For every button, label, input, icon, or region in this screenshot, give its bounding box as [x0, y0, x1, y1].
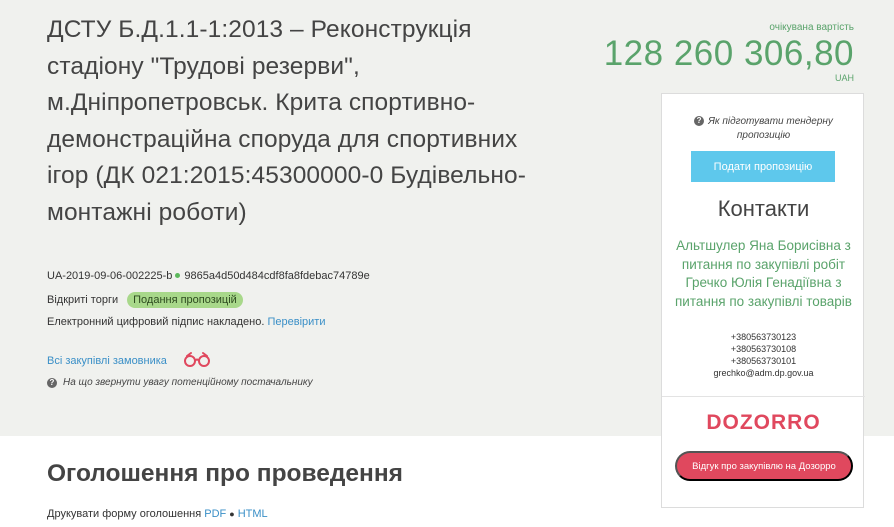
tender-title: ДСТУ Б.Д.1.1-1:2013 – Реконструкція стад…: [47, 16, 526, 226]
procedure-row: Відкриті торги Подання пропозицій: [47, 292, 243, 308]
phone-number: +380563730108: [730, 344, 797, 354]
price-currency: UAH: [834, 73, 854, 83]
contacts-title: Контакти: [717, 196, 810, 221]
submit-proposal-button[interactable]: Подати пропозицію: [691, 151, 835, 182]
expected-price-amount: 128 260 306,80: [603, 34, 854, 73]
print-html-link[interactable]: HTML: [238, 508, 268, 520]
expected-price-label: очікувана вартість: [769, 22, 854, 33]
all-purchases-row: Всі закупівлі замовника: [47, 351, 212, 370]
tender-id: UA-2019-09-06-002225-b: [47, 270, 173, 282]
question-icon: ?: [694, 116, 705, 127]
contact-email[interactable]: grechko@adm.dp.gov.ua: [662, 367, 865, 379]
signature-row: Електронний цифровий підпис накладено. П…: [47, 316, 325, 328]
status-badge: Подання пропозицій: [127, 292, 243, 308]
dozorro-logo: DOZORRO: [706, 411, 821, 434]
how-to-prepare-text: Як підготувати тендерну пропозицію: [708, 116, 833, 141]
binoculars-icon[interactable]: [182, 351, 212, 370]
how-to-prepare-link[interactable]: ? Як підготувати тендерну пропозицію: [662, 115, 865, 143]
dozorro-review-button[interactable]: Відгук про закупівлю на Дозорро: [675, 451, 853, 481]
phone-number: +380563730101: [730, 356, 797, 366]
phone-number: +380563730123: [730, 332, 797, 342]
procedure-type: Відкриті торги: [47, 294, 119, 306]
announcement-title: Оголошення про проведення: [47, 460, 403, 487]
print-pdf-link[interactable]: PDF: [204, 508, 226, 520]
contact-names: Альтшулер Яна Борисівна з питання по зак…: [675, 238, 852, 309]
all-purchases-link[interactable]: Всі закупівлі замовника: [47, 355, 167, 367]
signature-text: Електронний цифровий підпис накладено.: [47, 316, 265, 328]
bullet-separator: ●: [229, 509, 235, 519]
print-form-label: Друкувати форму оголошення: [47, 508, 202, 520]
status-dot-icon: [175, 273, 181, 279]
question-icon: ?: [47, 377, 57, 388]
attention-note-text: На що звернути увагу потенційному постач…: [63, 377, 313, 388]
contact-phones: +380563730123 +380563730108 +38056373010…: [662, 331, 865, 379]
tender-side-panel: ? Як підготувати тендерну пропозицію Пода…: [661, 93, 865, 508]
attention-note[interactable]: ? На що звернути увагу потенційному пост…: [47, 377, 313, 388]
tender-id-row: UA-2019-09-06-002225-b 9865a4d50d484cdf8f…: [47, 270, 370, 282]
print-form-row: Друкувати форму оголошення PDF ● HTML: [47, 508, 268, 520]
verify-signature-link[interactable]: Перевірити: [267, 316, 325, 328]
panel-divider: [662, 396, 865, 397]
tender-hash: 9865a4d50d484cdf8fa8fdebac74789e: [184, 270, 370, 282]
